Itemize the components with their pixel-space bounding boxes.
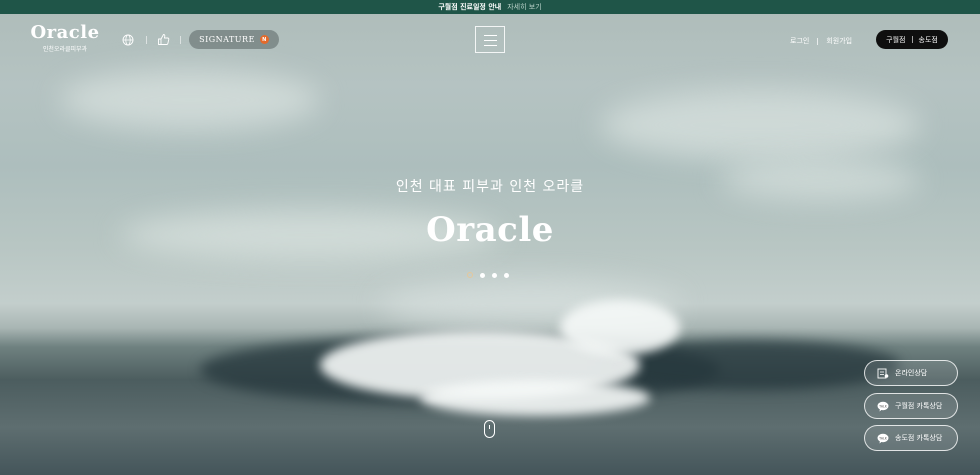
hero-tagline: 인천 대표 피부과 인천 오라클 (395, 179, 585, 195)
new-badge: N (259, 35, 269, 44)
slide-dot-1[interactable] (467, 272, 473, 278)
divider (146, 36, 147, 44)
notice-text: 구월점 진료일정 안내 (438, 3, 502, 11)
slide-pagination (467, 272, 509, 278)
divider (817, 37, 819, 45)
divider (180, 36, 181, 44)
divider (911, 36, 913, 43)
notice-link[interactable]: 자세히 보기 (507, 2, 541, 12)
logo-subtitle: 인천오라클피부과 (42, 46, 88, 53)
site-header: Oracle 인천오라클피부과 SIGNATURE N 로그인 회원가입 구월점… (0, 14, 980, 64)
site-logo[interactable]: Oracle 인천오라클피부과 (30, 22, 100, 54)
menu-button[interactable] (475, 26, 505, 53)
scroll-indicator (489, 425, 490, 429)
thumbs-up-icon[interactable] (157, 33, 170, 46)
slide-dot-3[interactable] (492, 272, 497, 278)
online-consult-button[interactable]: 온라인상담 (864, 360, 958, 386)
chat-form-icon (877, 368, 889, 378)
hamburger-line (484, 45, 497, 46)
branch-songdo-button[interactable]: 송도점 (919, 35, 938, 45)
signature-label: SIGNATURE (199, 35, 255, 44)
kakao-talk-icon: TALK (877, 433, 889, 443)
branch-guwol-button[interactable]: 구월점 (886, 35, 905, 45)
scroll-down-icon[interactable] (484, 420, 495, 438)
songdo-kakao-label: 송도점 카톡상담 (895, 434, 943, 442)
hero-brand-logo: Oracle (426, 210, 554, 250)
songdo-kakao-button[interactable]: TALK 송도점 카톡상담 (864, 425, 958, 451)
signature-button[interactable]: SIGNATURE N (189, 30, 279, 49)
guwol-kakao-label: 구월점 카톡상담 (895, 402, 943, 410)
hamburger-line (484, 40, 497, 41)
svg-text:TALK: TALK (878, 404, 888, 408)
guwol-kakao-button[interactable]: TALK 구월점 카톡상담 (864, 393, 958, 419)
auth-links: 로그인 회원가입 (790, 36, 852, 46)
online-consult-label: 온라인상담 (895, 369, 928, 377)
logo-wordmark: Oracle (30, 22, 100, 43)
slide-dot-4[interactable] (504, 272, 509, 278)
notice-bar[interactable]: 구월점 진료일정 안내 자세히 보기 (0, 0, 980, 14)
branch-toggle: 구월점 송도점 (876, 30, 948, 49)
slide-dot-2[interactable] (480, 272, 485, 278)
hamburger-line (484, 35, 497, 36)
svg-text:TALK: TALK (878, 436, 888, 440)
login-link[interactable]: 로그인 (790, 36, 809, 46)
globe-icon[interactable] (122, 34, 134, 46)
signup-link[interactable]: 회원가입 (826, 36, 852, 46)
kakao-talk-icon: TALK (877, 401, 889, 411)
